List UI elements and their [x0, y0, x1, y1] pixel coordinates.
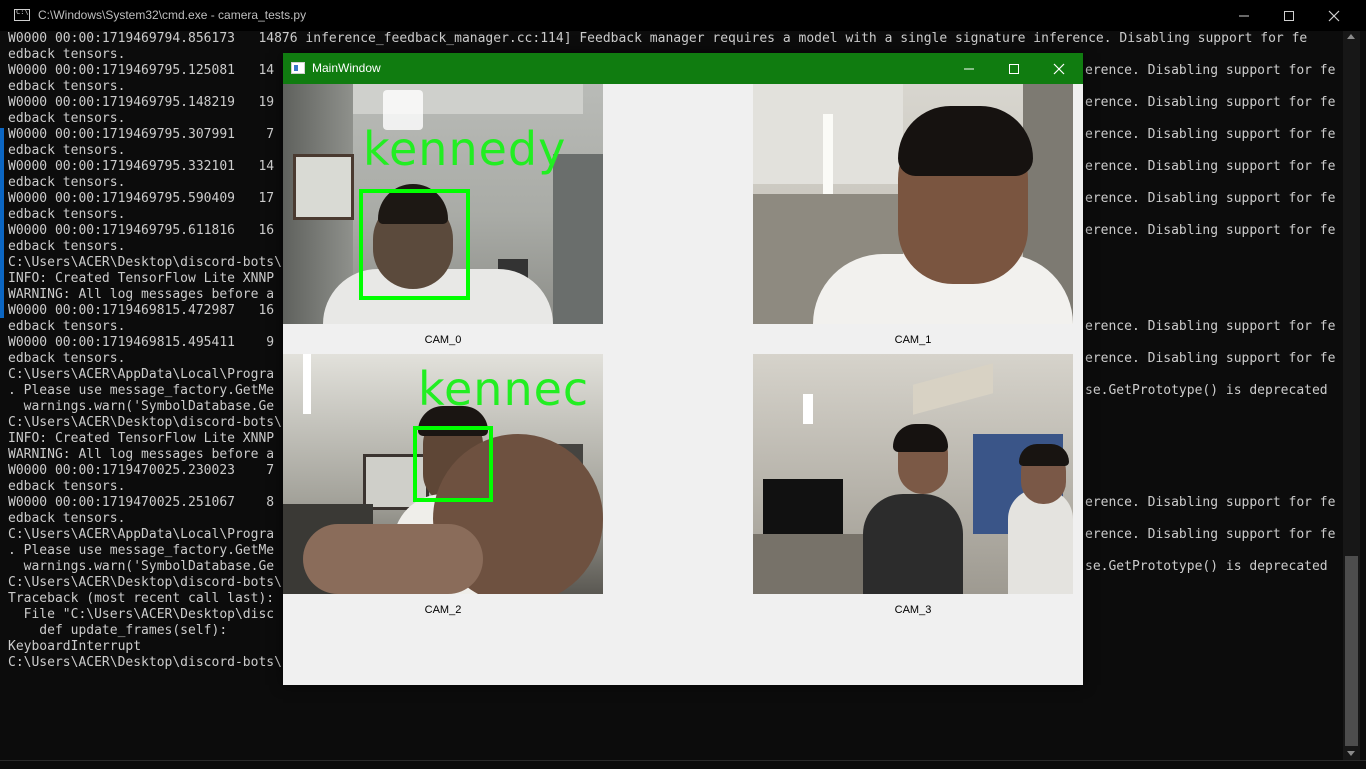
- close-icon: [1053, 63, 1065, 75]
- window-app-icon: [291, 62, 305, 74]
- main-window-titlebar[interactable]: MainWindow: [283, 53, 1083, 84]
- console-line-tail: erence. Disabling support for fe: [1085, 95, 1336, 110]
- console-line-tail: se.GetPrototype() is deprecated: [1085, 383, 1328, 398]
- console-line-tail: erence. Disabling support for fe: [1085, 495, 1336, 510]
- cmd-icon: [14, 8, 30, 21]
- console-line-tail: erence. Disabling support for fe: [1085, 159, 1336, 174]
- console-titlebar[interactable]: C:\Windows\System32\cmd.exe - camera_tes…: [0, 0, 1366, 31]
- main-window: MainWindow kennedy CAM_0 CAM_1 kennec CA…: [283, 53, 1083, 685]
- console-line-tail: erence. Disabling support for fe: [1085, 527, 1336, 542]
- scroll-down-icon[interactable]: [1347, 751, 1355, 756]
- face-detection-box: [359, 189, 470, 300]
- face-label: kennec: [418, 362, 590, 416]
- console-line-tail: erence. Disabling support for fe: [1085, 191, 1336, 206]
- camera-label-0: CAM_0: [424, 334, 462, 346]
- console-close-button[interactable]: [1311, 0, 1357, 31]
- camera-label-1: CAM_1: [894, 334, 932, 346]
- camera-feed-0: kennedy: [283, 84, 603, 324]
- console-line-tail: erence. Disabling support for fe: [1085, 127, 1336, 142]
- console-line-tail: erence. Disabling support for fe: [1085, 223, 1336, 238]
- camera-feed-1: [753, 84, 1073, 324]
- camera-feed-2: kennec: [283, 354, 603, 594]
- console-line-tail: erence. Disabling support for fe: [1085, 351, 1336, 366]
- main-window-title: MainWindow: [312, 61, 381, 75]
- taskbar-accent-strip: [0, 128, 4, 318]
- console-line-tail: erence. Disabling support for fe: [1085, 319, 1336, 334]
- camera-feed-3: [753, 354, 1073, 594]
- maximize-icon: [1284, 11, 1294, 21]
- scroll-up-icon[interactable]: [1347, 34, 1355, 39]
- minimize-icon: [1239, 15, 1249, 17]
- maximize-icon: [1009, 64, 1019, 74]
- console-line-tail: se.GetPrototype() is deprecated: [1085, 559, 1328, 574]
- console-minimize-button[interactable]: [1221, 0, 1267, 31]
- mw-maximize-button[interactable]: [991, 53, 1037, 84]
- face-label: kennedy: [363, 122, 567, 176]
- console-line-tail: erence. Disabling support for fe: [1085, 63, 1336, 78]
- face-detection-box: [413, 426, 493, 502]
- mw-close-button[interactable]: [1036, 53, 1082, 84]
- scrollbar-thumb[interactable]: [1345, 556, 1358, 746]
- console-line: W0000 00:00:1719469794.856173 14876 infe…: [8, 31, 1308, 46]
- camera-label-2: CAM_2: [424, 604, 462, 616]
- console-title: C:\Windows\System32\cmd.exe - camera_tes…: [38, 8, 307, 22]
- camera-label-3: CAM_3: [894, 604, 932, 616]
- console-maximize-button[interactable]: [1266, 0, 1312, 31]
- close-icon: [1328, 10, 1340, 22]
- mw-minimize-button[interactable]: [946, 53, 992, 84]
- minimize-icon: [964, 68, 974, 70]
- console-scrollbar[interactable]: [1343, 31, 1360, 760]
